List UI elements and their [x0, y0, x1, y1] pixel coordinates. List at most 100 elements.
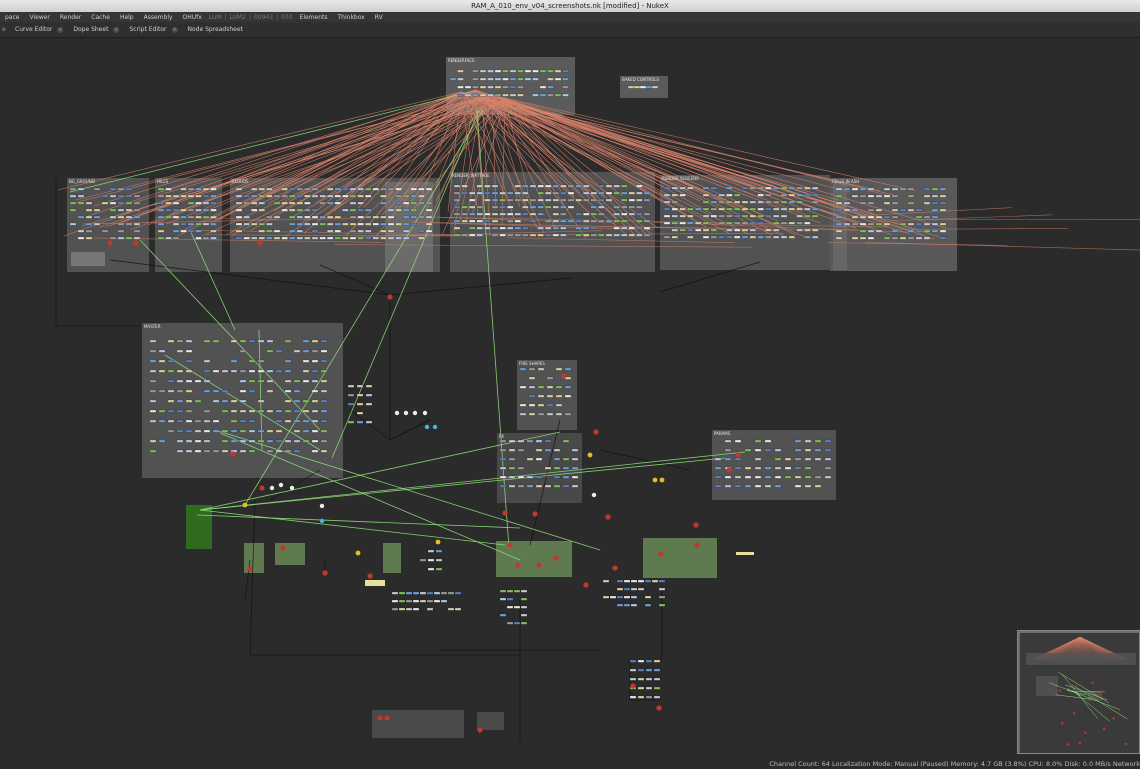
node[interactable]	[835, 208, 843, 212]
node[interactable]	[157, 187, 165, 191]
node[interactable]	[754, 466, 762, 470]
node[interactable]	[499, 457, 507, 461]
node[interactable]	[158, 439, 166, 443]
node[interactable]	[875, 229, 883, 233]
node[interactable]	[293, 399, 301, 403]
node[interactable]	[522, 191, 529, 195]
node[interactable]	[109, 236, 117, 240]
node-dot-yellow[interactable]	[435, 539, 441, 545]
node[interactable]	[757, 214, 764, 218]
node[interactable]	[923, 222, 931, 226]
node[interactable]	[535, 448, 543, 452]
node[interactable]	[425, 208, 433, 212]
node[interactable]	[553, 448, 561, 452]
node[interactable]	[628, 226, 635, 230]
node[interactable]	[334, 201, 341, 205]
node[interactable]	[235, 236, 243, 240]
node[interactable]	[212, 389, 220, 393]
node[interactable]	[109, 187, 117, 191]
node[interactable]	[491, 191, 499, 195]
node[interactable]	[571, 457, 579, 461]
node[interactable]	[514, 198, 521, 202]
node[interactable]	[487, 93, 494, 97]
node[interactable]	[461, 191, 468, 195]
node[interactable]	[125, 208, 133, 212]
node[interactable]	[289, 222, 296, 226]
node[interactable]	[513, 605, 521, 609]
node[interactable]	[605, 198, 613, 202]
node[interactable]	[203, 409, 211, 413]
node[interactable]	[598, 205, 605, 209]
node[interactable]	[780, 235, 788, 239]
node[interactable]	[405, 607, 413, 611]
node[interactable]	[210, 215, 217, 219]
node[interactable]	[726, 228, 733, 232]
node[interactable]	[621, 191, 628, 195]
node[interactable]	[555, 385, 563, 389]
node[interactable]	[517, 475, 525, 479]
node[interactable]	[349, 187, 357, 191]
node[interactable]	[304, 215, 311, 219]
node[interactable]	[859, 201, 867, 205]
node[interactable]	[575, 226, 582, 230]
node[interactable]	[780, 193, 788, 197]
node[interactable]	[545, 191, 552, 195]
node[interactable]	[281, 208, 288, 212]
node[interactable]	[513, 621, 521, 625]
node[interactable]	[796, 193, 803, 197]
node[interactable]	[257, 399, 265, 403]
node[interactable]	[266, 236, 273, 240]
node[interactable]	[167, 399, 175, 403]
node[interactable]	[203, 429, 211, 433]
node[interactable]	[172, 222, 180, 226]
node[interactable]	[185, 399, 193, 403]
node[interactable]	[304, 194, 311, 198]
node[interactable]	[757, 193, 764, 197]
node[interactable]	[289, 194, 296, 198]
node[interactable]	[319, 222, 326, 226]
node[interactable]	[605, 184, 613, 188]
node[interactable]	[349, 236, 357, 240]
node[interactable]	[560, 198, 567, 202]
node-dot-red[interactable]	[583, 582, 589, 588]
node-dot-red[interactable]	[536, 562, 542, 568]
node[interactable]	[535, 484, 543, 488]
node[interactable]	[524, 69, 532, 73]
node[interactable]	[734, 466, 742, 470]
node[interactable]	[526, 439, 534, 443]
node[interactable]	[157, 222, 165, 226]
node[interactable]	[342, 187, 349, 191]
node[interactable]	[643, 191, 651, 195]
node[interactable]	[365, 194, 372, 198]
node[interactable]	[157, 201, 165, 205]
node[interactable]	[248, 429, 256, 433]
node[interactable]	[687, 228, 694, 232]
node[interactable]	[176, 379, 184, 383]
node[interactable]	[281, 201, 288, 205]
node[interactable]	[702, 221, 710, 225]
node[interactable]	[528, 376, 536, 380]
node[interactable]	[923, 201, 931, 205]
node[interactable]	[425, 222, 433, 226]
node[interactable]	[235, 222, 243, 226]
node[interactable]	[410, 187, 417, 191]
node[interactable]	[514, 191, 521, 195]
node[interactable]	[537, 233, 544, 237]
node[interactable]	[794, 448, 802, 452]
node[interactable]	[804, 457, 812, 461]
node[interactable]	[702, 214, 710, 218]
node[interactable]	[334, 215, 341, 219]
node[interactable]	[195, 222, 202, 226]
node[interactable]	[203, 439, 211, 443]
node[interactable]	[522, 233, 529, 237]
node[interactable]	[284, 339, 292, 343]
node[interactable]	[158, 389, 166, 393]
node[interactable]	[410, 208, 417, 212]
node[interactable]	[749, 200, 756, 204]
node[interactable]	[645, 686, 653, 690]
node[interactable]	[741, 207, 749, 211]
node[interactable]	[327, 194, 334, 198]
menu-item-00943[interactable]: 00943	[252, 14, 275, 21]
node[interactable]	[133, 222, 141, 226]
node[interactable]	[939, 187, 947, 191]
